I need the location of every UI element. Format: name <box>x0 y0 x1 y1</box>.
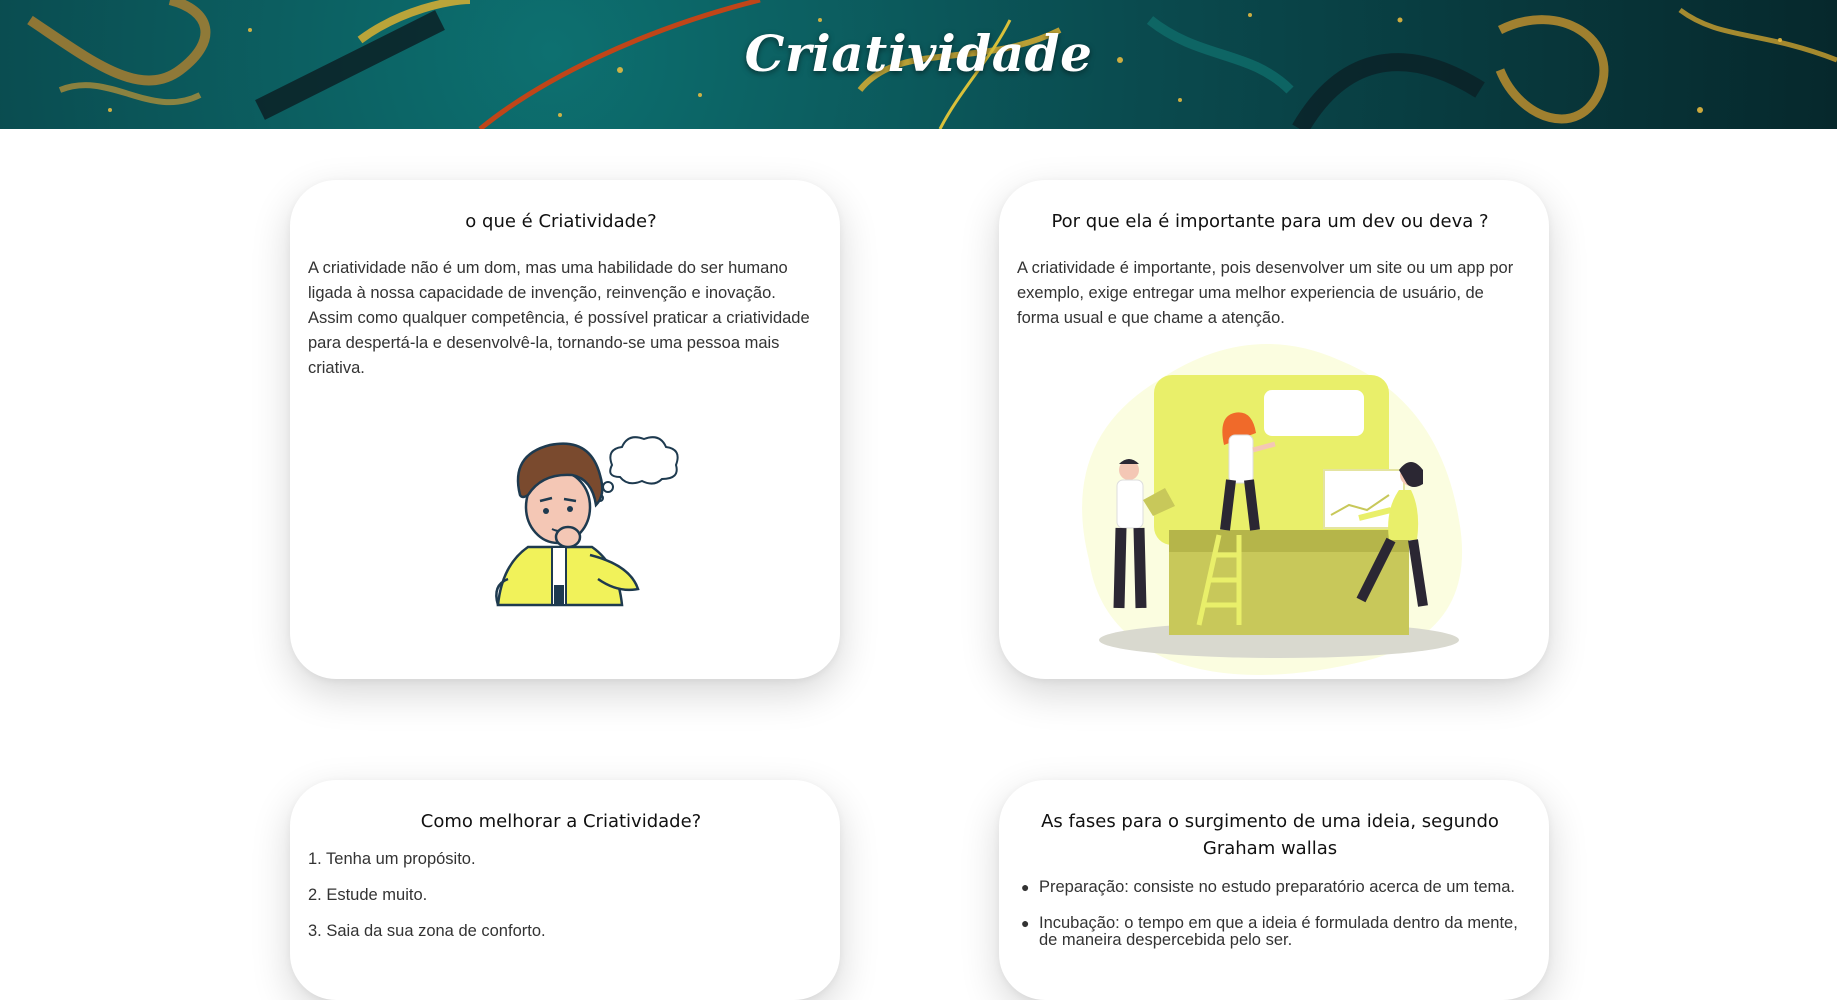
list-item: ● Preparação: consiste no estudo preparat… <box>1021 879 1523 896</box>
header-banner: Criatividade <box>0 0 1837 129</box>
card-title: As fases para o surgimento de uma ideia,… <box>1041 811 1499 859</box>
list-item: 2. Estude muito. <box>308 886 428 904</box>
card-why-important: Por que ela é importante para um dev ou … <box>999 180 1549 679</box>
card-title: o que é Criatividade? <box>465 211 657 232</box>
improve-list: 1. Tenha um propósito. 2. Estude muito. … <box>308 848 814 942</box>
card-title: Como melhorar a Criatividade? <box>420 811 702 832</box>
card-text: A criatividade é importante, pois desenv… <box>1017 259 1514 327</box>
card-text: A criatividade não é um dom, mas uma hab… <box>308 259 810 377</box>
phases-list: ● Preparação: consiste no estudo preparat… <box>1017 879 1523 949</box>
team-collaboration-illustration <box>1082 344 1463 675</box>
thinking-man-illustration <box>495 436 679 607</box>
page-title: Criatividade <box>744 24 1093 83</box>
bullet-icon: ● <box>1021 915 1030 931</box>
list-item: 1. Tenha um propósito. <box>308 850 476 868</box>
bullet-icon: ● <box>1021 879 1030 895</box>
card-how-to-improve: Como melhorar a Criatividade? 1. Tenha u… <box>290 780 840 1000</box>
list-item-text: Preparação: consiste no estudo preparató… <box>1039 878 1516 896</box>
list-item: 3. Saia da sua zona de conforto. <box>308 922 546 940</box>
list-item-text: Incubação: o tempo em que a ideia é form… <box>1039 914 1518 949</box>
card-title: Por que ela é importante para um dev ou … <box>1051 211 1489 232</box>
list-item: ● Incubação: o tempo em que a ideia é for… <box>1021 915 1523 949</box>
card-what-is-creativity: o que é Criatividade? A criatividade não… <box>290 180 840 679</box>
card-idea-phases: As fases para o surgimento de uma ideia,… <box>999 780 1549 1000</box>
